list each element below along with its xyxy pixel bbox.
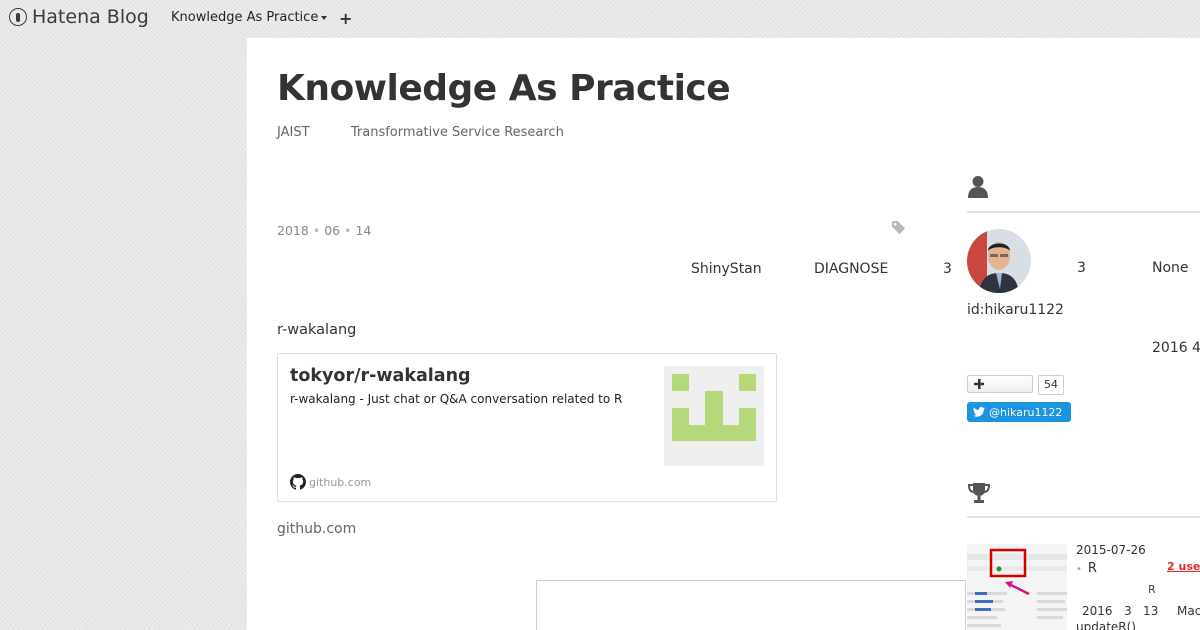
profile-id[interactable]: id:hikaru1122: [967, 302, 1064, 318]
popular-entry-category[interactable]: • R: [1076, 561, 1097, 576]
bookmark-users-link[interactable]: 2 users: [1167, 560, 1200, 573]
blog-menu-label: Knowledge As Practice: [171, 10, 319, 25]
entry-date[interactable]: 2018 • 06 • 14: [277, 223, 371, 238]
user-icon: [968, 176, 988, 198]
plus-icon: [974, 379, 984, 389]
blog-description-a: JAIST: [277, 125, 310, 140]
embed-card[interactable]: tokyor/r-wakalang r-wakalang - Just chat…: [277, 353, 777, 502]
caret-down-icon: [321, 15, 328, 20]
popular-r-label: R: [1148, 583, 1156, 596]
profile-avatar[interactable]: [967, 229, 1031, 293]
popular-entry-line1: 2016 3 13: [1082, 604, 1159, 618]
category-3[interactable]: 3: [943, 261, 952, 277]
add-icon[interactable]: +: [339, 9, 352, 28]
hatena-logo-icon: [9, 8, 27, 26]
hatena-blog-logo[interactable]: Hatena Blog: [9, 6, 149, 28]
blog-description-b: Transformative Service Research: [350, 125, 564, 140]
date-month: 06: [324, 223, 341, 238]
popular-entry-line2[interactable]: updateR(): [1076, 620, 1136, 630]
blog-switcher-menu[interactable]: Knowledge As Practice: [171, 10, 328, 25]
rstudio-screenshot: [967, 544, 1067, 630]
date-year: 2018: [277, 223, 309, 238]
twitter-icon: [973, 407, 985, 417]
blog-title[interactable]: Knowledge As Practice: [277, 68, 731, 109]
date-day: 14: [355, 223, 372, 238]
identicon-image: [672, 374, 756, 441]
embed-footer: github.com: [290, 474, 371, 490]
sidebar-divider-2: [967, 516, 1200, 518]
category-shinystan[interactable]: ShinyStan: [691, 261, 762, 277]
profile-since-month: 4: [1192, 340, 1200, 356]
github-icon: [290, 474, 306, 490]
profile-since-year: 2016: [1152, 340, 1188, 356]
subscribe-count: 54: [1038, 375, 1064, 395]
embed-description: r-wakalang - Just chat or Q&A conversati…: [290, 392, 623, 406]
source-link[interactable]: github.com: [277, 521, 356, 537]
popular-category-label: R: [1087, 561, 1097, 576]
category-diagnose[interactable]: DIAGNOSE: [814, 261, 888, 277]
blog-description: JAIST Transformative Service Research: [277, 125, 564, 140]
embed-title[interactable]: tokyor/r-wakalang: [290, 366, 471, 386]
popular-entry-date: 2015-07-26: [1076, 543, 1146, 557]
logo-text: Hatena Blog: [32, 6, 149, 28]
trophy-icon: [967, 483, 991, 503]
subscribe-button[interactable]: [967, 375, 1033, 393]
popular-entry-line1-right: Mac: [1177, 604, 1200, 618]
profile-count: 3: [1077, 260, 1086, 276]
embedded-frame: [536, 580, 966, 630]
tag-icon: [891, 220, 906, 235]
embed-site[interactable]: github.com: [309, 476, 371, 489]
sidebar-divider: [967, 211, 1200, 213]
sidebar: 3 None id:hikaru1122 2016 4 54 @hikaru11…: [967, 0, 1200, 630]
twitter-follow-button[interactable]: @hikaru1122: [967, 402, 1071, 422]
twitter-handle: @hikaru1122: [989, 405, 1063, 419]
profile-status: None: [1152, 260, 1189, 276]
avatar-photo: [967, 229, 1031, 293]
embed-thumbnail: [664, 366, 764, 466]
entry-intro-text: r-wakalang: [277, 322, 357, 338]
popular-entry-thumbnail[interactable]: [967, 544, 1067, 630]
